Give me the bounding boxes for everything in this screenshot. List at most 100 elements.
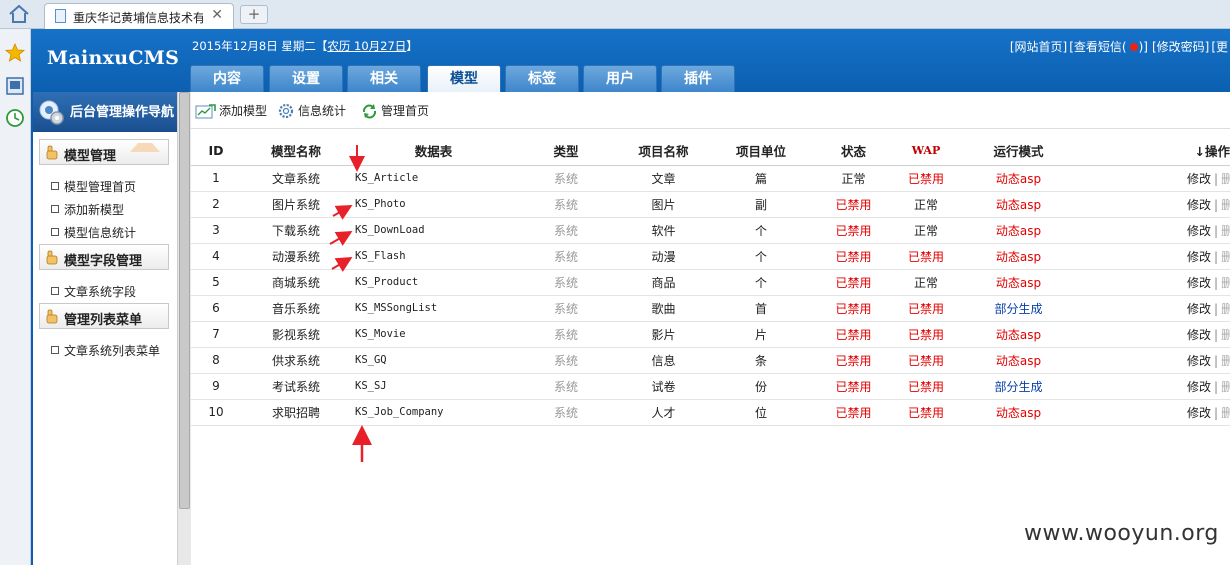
reader-icon[interactable] — [5, 76, 25, 96]
tab-models[interactable]: 模型 — [427, 65, 501, 93]
tab-plugins[interactable]: 插件 — [661, 65, 735, 92]
nav-section-list-menu[interactable]: 管理列表菜单 — [39, 303, 169, 329]
nav-link-model-home[interactable]: 模型管理首页 — [51, 178, 136, 195]
cms-header: MainxuCMS 2015年12月8日 星期二【农历 10月27日】 [网站首… — [31, 29, 1230, 93]
cell-wap[interactable]: 已禁用 — [896, 373, 956, 400]
cell-item-unit: 条 — [711, 347, 811, 374]
close-icon[interactable]: ✕ — [211, 7, 223, 23]
delete-link[interactable]: 删除 — [1221, 250, 1230, 264]
change-password-link[interactable]: [修改密码] — [1152, 40, 1209, 54]
cell-status[interactable]: 已禁用 — [811, 295, 896, 322]
cell-run-mode[interactable]: 动态asp — [956, 347, 1081, 374]
delete-link[interactable]: 删除 — [1221, 276, 1230, 290]
delete-link[interactable]: 删除 — [1221, 354, 1230, 368]
scrollbar-thumb[interactable] — [179, 92, 190, 509]
cell-run-mode[interactable]: 动态asp — [956, 321, 1081, 348]
more-link[interactable]: [更 — [1211, 40, 1228, 54]
nav-link-add-model[interactable]: 添加新模型 — [51, 201, 124, 218]
tab-labels[interactable]: 标签 — [505, 65, 579, 92]
cell-data-table: KS_DownLoad — [351, 217, 516, 244]
cell-item-name: 影片 — [616, 321, 711, 348]
cell-id: 8 — [191, 347, 241, 374]
cell-status[interactable]: 已禁用 — [811, 399, 896, 426]
cell-wap[interactable]: 已禁用 — [896, 165, 956, 192]
column-header-item: 项目名称 — [616, 137, 711, 166]
tab-content[interactable]: 内容 — [190, 65, 264, 92]
history-icon[interactable] — [5, 108, 25, 128]
add-model-label: 添加模型 — [219, 104, 268, 118]
delete-link[interactable]: 删除 — [1221, 380, 1230, 394]
cell-type: 系统 — [516, 217, 616, 244]
cell-run-mode[interactable]: 动态asp — [956, 399, 1081, 426]
nav-link-article-fields[interactable]: 文章系统字段 — [51, 283, 136, 300]
message-indicator-icon — [1129, 43, 1138, 51]
edit-link[interactable]: 修改 — [1187, 250, 1211, 264]
edit-link[interactable]: 修改 — [1187, 224, 1211, 238]
cell-run-mode[interactable]: 动态asp — [956, 243, 1081, 270]
nav-section-model-management[interactable]: 模型管理 — [39, 139, 169, 165]
view-messages-link[interactable]: [查看短信()] — [1069, 40, 1150, 54]
delete-link[interactable]: 删除 — [1221, 198, 1230, 212]
info-stats-button[interactable]: 信息统计 — [278, 102, 346, 119]
star-icon[interactable] — [5, 43, 25, 63]
manage-home-label: 管理首页 — [381, 104, 430, 118]
edit-link[interactable]: 修改 — [1187, 198, 1211, 212]
add-model-button[interactable]: 添加模型 — [195, 102, 267, 119]
manage-home-button[interactable]: 管理首页 — [361, 102, 429, 119]
edit-link[interactable]: 修改 — [1187, 328, 1211, 342]
cell-wap[interactable]: 已禁用 — [896, 399, 956, 426]
delete-link[interactable]: 删除 — [1221, 302, 1230, 316]
delete-link[interactable]: 删除 — [1221, 172, 1230, 186]
cell-id: 7 — [191, 321, 241, 348]
cell-run-mode[interactable]: 部分生成 — [956, 295, 1081, 322]
edit-link[interactable]: 修改 — [1187, 380, 1211, 394]
edit-link[interactable]: 修改 — [1187, 172, 1211, 186]
cell-status[interactable]: 已禁用 — [811, 321, 896, 348]
edit-link[interactable]: 修改 — [1187, 276, 1211, 290]
tab-users[interactable]: 用户 — [583, 65, 657, 92]
cell-status[interactable]: 已禁用 — [811, 243, 896, 270]
tab-related[interactable]: 相关 — [347, 65, 421, 92]
cell-run-mode[interactable]: 动态asp — [956, 269, 1081, 296]
cell-status[interactable]: 已禁用 — [811, 217, 896, 244]
cell-item-unit: 个 — [711, 217, 811, 244]
nav-link-article-list-menu[interactable]: 文章系统列表菜单 — [51, 342, 160, 359]
nav-link-model-stats[interactable]: 模型信息统计 — [51, 224, 136, 241]
column-header-type: 类型 — [516, 137, 616, 166]
cell-run-mode[interactable]: 动态asp — [956, 165, 1081, 192]
cell-wap[interactable]: 正常 — [896, 191, 956, 218]
site-home-link[interactable]: [网站首页] — [1010, 40, 1067, 54]
cell-run-mode[interactable]: 动态asp — [956, 217, 1081, 244]
tab-settings[interactable]: 设置 — [269, 65, 343, 92]
browser-tab[interactable]: 重庆华记黄埔信息技术有 ✕ — [44, 3, 234, 29]
nav-section-field-management[interactable]: 模型字段管理 — [39, 244, 169, 270]
cell-run-mode[interactable]: 部分生成 — [956, 373, 1081, 400]
delete-link[interactable]: 删除 — [1221, 224, 1230, 238]
edit-link[interactable]: 修改 — [1187, 354, 1211, 368]
lunar-date-link[interactable]: 农历 10月27日 — [327, 39, 406, 53]
cell-wap[interactable]: 正常 — [896, 217, 956, 244]
cell-wap[interactable]: 已禁用 — [896, 321, 956, 348]
nav-section-label: 模型管理 — [64, 149, 117, 164]
edit-link[interactable]: 修改 — [1187, 406, 1211, 420]
cell-wap[interactable]: 已禁用 — [896, 347, 956, 374]
ops-separator: | — [1214, 223, 1219, 238]
home-icon[interactable] — [6, 3, 32, 25]
new-tab-button[interactable]: + — [240, 5, 268, 24]
table-row: 7影视系统KS_Movie系统影片片已禁用已禁用动态asp修改|删除|字段 — [191, 321, 1230, 348]
delete-link[interactable]: 删除 — [1221, 406, 1230, 420]
cell-wap[interactable]: 已禁用 — [896, 243, 956, 270]
column-header-ops[interactable]: ↓操作 — [1081, 137, 1230, 166]
nav-scrollbar[interactable] — [177, 92, 191, 565]
cell-status[interactable]: 已禁用 — [811, 373, 896, 400]
edit-link[interactable]: 修改 — [1187, 302, 1211, 316]
cell-status[interactable]: 已禁用 — [811, 191, 896, 218]
cell-wap[interactable]: 正常 — [896, 269, 956, 296]
cell-status[interactable]: 已禁用 — [811, 269, 896, 296]
cell-run-mode[interactable]: 动态asp — [956, 191, 1081, 218]
cell-status[interactable]: 已禁用 — [811, 347, 896, 374]
delete-link[interactable]: 删除 — [1221, 328, 1230, 342]
table-row: 9考试系统KS_SJ系统试卷份已禁用已禁用部分生成修改|删除|字段 — [191, 373, 1230, 400]
cell-wap[interactable]: 已禁用 — [896, 295, 956, 322]
cell-status[interactable]: 正常 — [811, 165, 896, 192]
